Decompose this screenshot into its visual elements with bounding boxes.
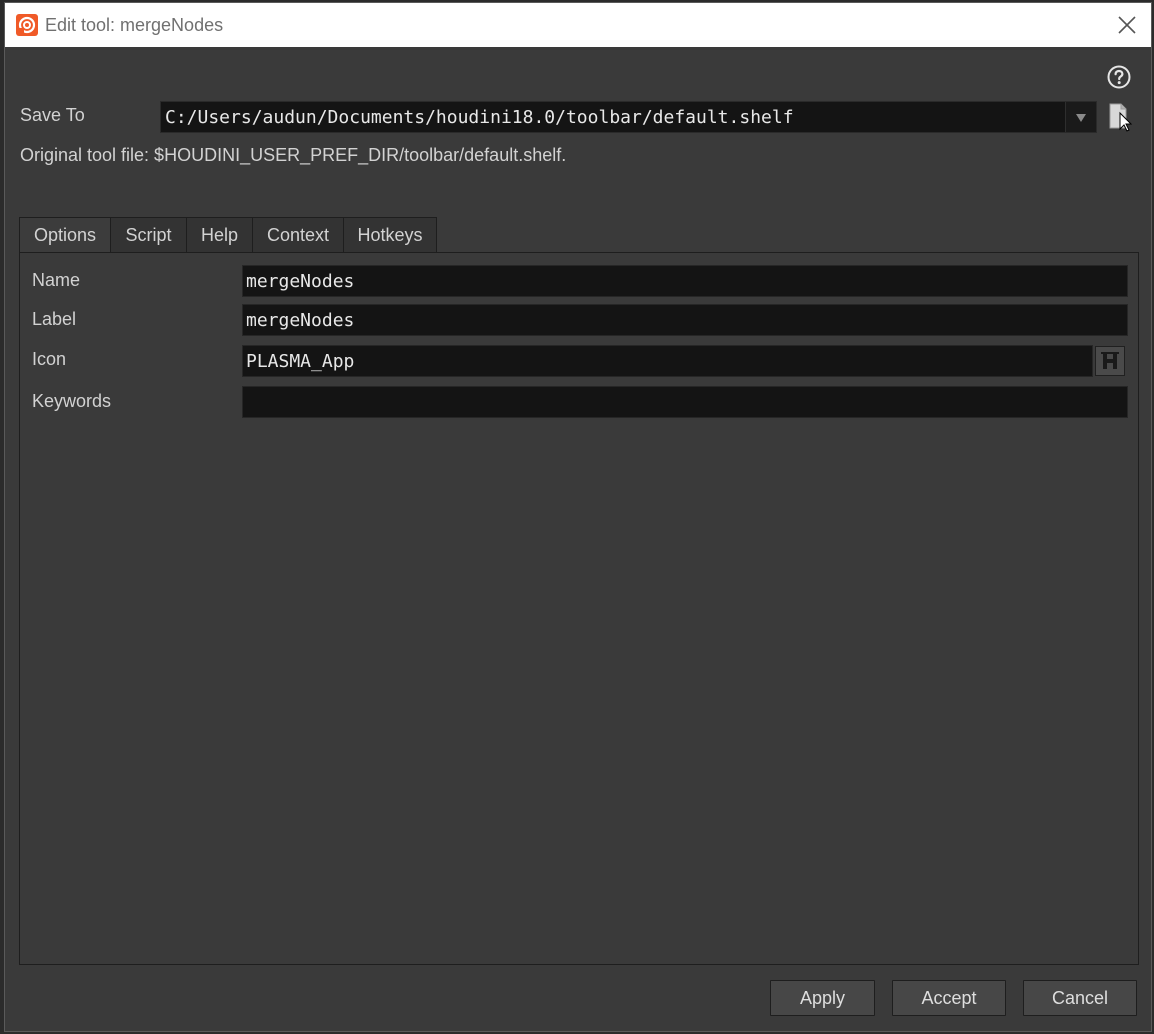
apply-button[interactable]: Apply [770, 980, 875, 1016]
original-tool-file: Original tool file: $HOUDINI_USER_PREF_D… [20, 145, 567, 165]
tab-help[interactable]: Help [186, 217, 253, 252]
icon-chooser-button[interactable] [1095, 346, 1125, 376]
keywords-input[interactable] [242, 386, 1128, 418]
help-circle-icon [1107, 65, 1131, 89]
edit-tool-dialog: Edit tool: mergeNodes Save To C:/Users/a… [4, 2, 1152, 1032]
tab-options[interactable]: Options [19, 217, 111, 254]
name-input[interactable]: mergeNodes [242, 265, 1128, 297]
label-label: Label [32, 309, 77, 329]
houdini-logo-icon [16, 14, 38, 36]
help-button[interactable] [1107, 65, 1131, 89]
tab-hotkeys[interactable]: Hotkeys [343, 217, 437, 252]
keywords-label: Keywords [32, 391, 112, 411]
save-to-label: Save To [20, 105, 85, 125]
icon-input[interactable]: PLASMA_App [242, 345, 1093, 377]
tab-context[interactable]: Context [252, 217, 344, 252]
title-bar: Edit tool: mergeNodes [5, 3, 1151, 47]
accept-button[interactable]: Accept [892, 980, 1006, 1016]
dropdown-arrow-icon[interactable] [1065, 102, 1096, 132]
label-value: mergeNodes [246, 310, 355, 331]
file-chooser-button[interactable] [1107, 102, 1135, 132]
cancel-button[interactable]: Cancel [1023, 980, 1137, 1016]
save-to-value: C:/Users/audun/Documents/houdini18.0/too… [165, 107, 794, 128]
window-title: Edit tool: mergeNodes [45, 15, 224, 35]
icon-chooser-icon [1101, 352, 1119, 369]
label-input[interactable]: mergeNodes [242, 304, 1128, 336]
file-chooser-icon [1109, 103, 1133, 132]
close-button[interactable] [1113, 11, 1141, 39]
options-panel: Name mergeNodes Label mergeNodes Icon PL… [19, 252, 1139, 965]
name-value: mergeNodes [246, 271, 355, 292]
name-label: Name [32, 270, 81, 290]
close-icon [1118, 16, 1136, 34]
save-to-combo[interactable]: C:/Users/audun/Documents/houdini18.0/too… [160, 101, 1097, 133]
tab-script[interactable]: Script [110, 217, 187, 252]
icon-value: PLASMA_App [246, 351, 355, 372]
icon-label: Icon [32, 349, 67, 369]
